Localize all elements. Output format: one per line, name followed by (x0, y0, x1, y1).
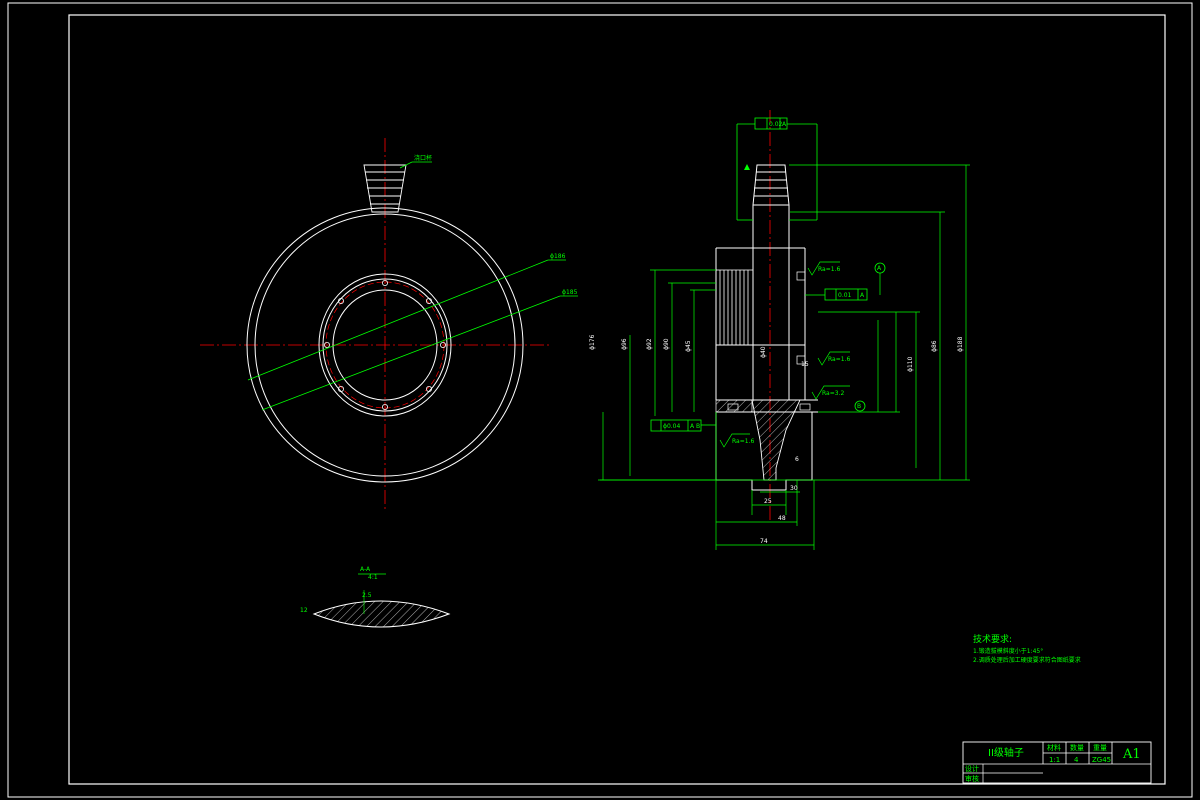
title-block: II级轴子 材料 数量 重量 1:1 4 ZG45 A1 设计 审核 (962, 741, 1152, 784)
dim-d188: ϕ188 (957, 336, 964, 352)
section-scale: 4:1 (368, 574, 378, 581)
dim-d45: ϕ45 (685, 340, 692, 352)
roughness-3: Ra=3.2 (822, 390, 844, 397)
dim-d40: ϕ40 (760, 346, 767, 358)
dim-d90: ϕ90 (663, 338, 670, 350)
dim-48: 48 (778, 515, 786, 522)
weight-label: 重量 (1093, 744, 1107, 752)
material-value: 1:1 (1049, 756, 1060, 764)
dim-15: 15 (801, 361, 809, 368)
outer-border (7, 2, 1193, 798)
dim-74: 74 (760, 538, 768, 545)
sprue-label: 浇口杯 (414, 154, 432, 162)
quantity-label: 数量 (1070, 743, 1084, 752)
dim-d96: ϕ96 (621, 338, 628, 350)
tolerance-mid-value: 0.01 (838, 292, 852, 299)
checker-label: 审核 (965, 774, 979, 783)
weight-value: ZG45 (1092, 756, 1111, 764)
datum-a: A (877, 265, 882, 272)
sheet-size: A1 (1122, 747, 1141, 762)
diameter-label-inner: ϕ185 (562, 289, 578, 296)
dim-d176: ϕ176 (589, 334, 596, 350)
dim-25: 25 (764, 498, 772, 505)
diameter-label-outer: ϕ186 (550, 253, 566, 260)
material-label: 材料 (1047, 743, 1061, 752)
dim-30: 30 (790, 485, 798, 492)
datum-b: B (857, 403, 861, 410)
tolerance-low-datum: A B (690, 423, 700, 430)
tech-item-2: 2.调质处理后加工硬度要求符合图纸要求 (973, 656, 1081, 664)
engineering-drawing: 浇口杯 ϕ186 ϕ185 A-A 4:1 12 2.5 0.02 A 0.01… (7, 2, 1193, 798)
dim-6: 6 (795, 456, 799, 463)
section-width: 12 (300, 607, 308, 614)
roughness-2: Ra=1.6 (828, 356, 850, 363)
quantity-value: 4 (1074, 756, 1079, 764)
part-name: II级轴子 (988, 746, 1024, 759)
tech-title: 技术要求: (973, 633, 1012, 645)
inner-border (68, 14, 1166, 785)
section-title: A-A (360, 566, 371, 573)
datum-triangle-icon (744, 164, 750, 170)
dim-d92: ϕ92 (646, 338, 653, 350)
section-detail: A-A 4:1 12 2.5 (300, 566, 451, 628)
side-view: 0.02 A 0.01 A ϕ0.04 A B A B Ra=1.6 Ra=1.… (589, 110, 970, 550)
tolerance-mid-datum: A (860, 292, 865, 299)
roughness-1: Ra=1.6 (818, 266, 840, 273)
tech-requirements: 技术要求: 1.锻造拔模斜度小于1:45° 2.调质处理后加工硬度要求符合图纸要… (973, 633, 1081, 664)
roughness-4: Ra=1.6 (732, 438, 754, 445)
dim-d110: ϕ110 (907, 356, 914, 372)
tolerance-top-datum: A (782, 121, 787, 128)
dim-d86: ϕ86 (931, 340, 938, 352)
tolerance-low-value: ϕ0.04 (663, 423, 681, 430)
designer-label: 设计 (965, 764, 979, 773)
tolerance-top-value: 0.02 (769, 121, 783, 128)
front-view: 浇口杯 ϕ186 ϕ185 (200, 138, 578, 510)
tech-item-1: 1.锻造拔模斜度小于1:45° (973, 647, 1043, 655)
section-height: 2.5 (362, 592, 372, 599)
